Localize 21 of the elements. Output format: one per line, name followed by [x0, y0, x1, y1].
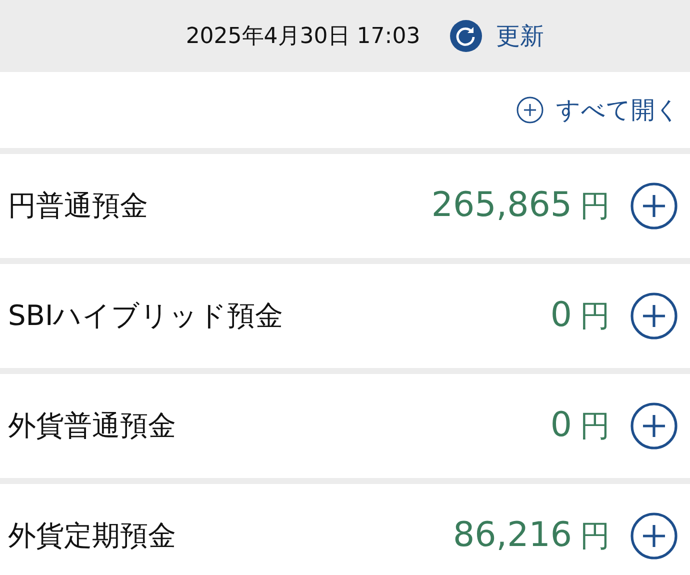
account-balance: 0 円: [550, 405, 610, 447]
account-name: SBIハイブリッド預金: [8, 298, 284, 334]
expand-button[interactable]: [630, 182, 678, 230]
expand-button[interactable]: [630, 402, 678, 450]
account-balance: 265,865 円: [431, 185, 610, 227]
plus-icon: [630, 402, 678, 450]
account-name: 外貨定期預金: [8, 518, 177, 554]
account-name: 外貨普通預金: [8, 408, 177, 444]
plus-icon: [630, 182, 678, 230]
plus-icon: [630, 512, 678, 560]
expand-button[interactable]: [630, 292, 678, 340]
update-datetime: 2025年4月30日 17:03: [186, 23, 420, 51]
plus-icon: [630, 292, 678, 340]
account-name: 円普通預金: [8, 188, 149, 224]
account-balance: 0 円: [550, 295, 610, 337]
refresh-button[interactable]: 更新: [450, 20, 544, 52]
account-balance: 86,216 円: [453, 515, 610, 557]
refresh-icon: [450, 20, 482, 52]
expand-button[interactable]: [630, 512, 678, 560]
plus-icon: [516, 96, 544, 124]
expand-all-button[interactable]: すべて開く: [516, 94, 680, 126]
